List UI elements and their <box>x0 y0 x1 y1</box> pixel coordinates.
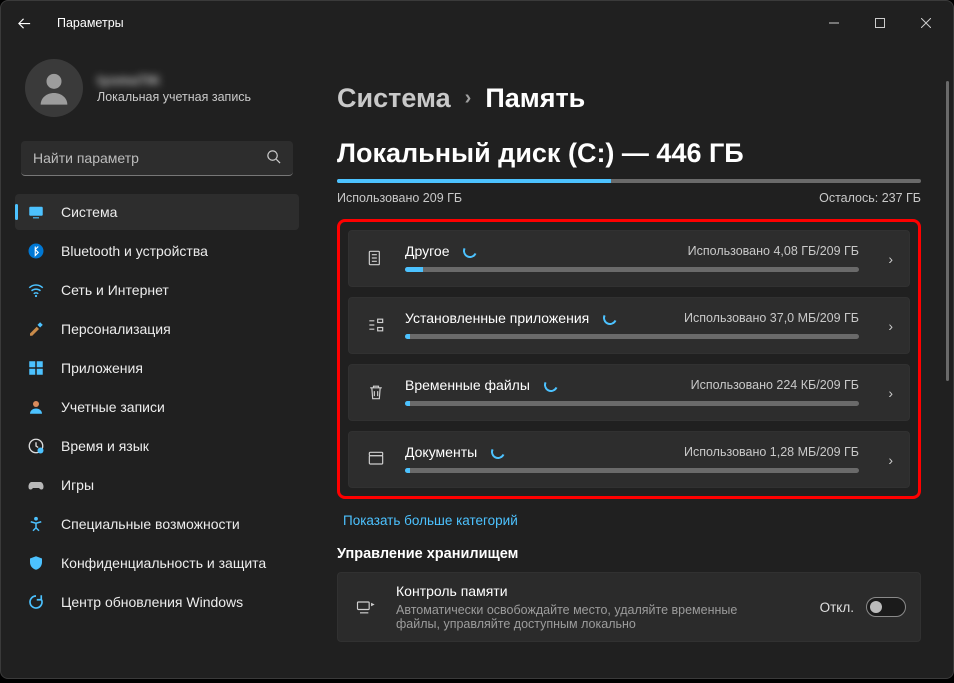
category-title: Установленные приложения <box>405 310 617 326</box>
breadcrumb: Система › Память <box>337 83 921 114</box>
app-title: Параметры <box>57 16 124 30</box>
storage-sense-icon <box>354 596 376 618</box>
storage-category-installed[interactable]: Установленные приложения Использовано 37,… <box>348 297 910 354</box>
sidebar-item-label: Время и язык <box>61 438 149 454</box>
account-name: tyomaTIK <box>97 72 251 88</box>
sidebar-item-bluetooth[interactable]: Bluetooth и устройства <box>15 233 299 269</box>
main-content: Система › Память Локальный диск (C:) — 4… <box>313 45 953 678</box>
loading-spinner-icon <box>489 443 507 461</box>
apps-icon <box>27 359 45 377</box>
wifi-icon <box>27 281 45 299</box>
sidebar-item-label: Игры <box>61 477 94 493</box>
disk-title: Локальный диск (C:) — 446 ГБ <box>337 138 921 169</box>
category-title: Временные файлы <box>405 377 558 393</box>
scrollbar[interactable] <box>946 81 950 668</box>
category-bar <box>405 468 859 473</box>
titlebar: Параметры <box>1 1 953 45</box>
sidebar-item-wifi[interactable]: Сеть и Интернет <box>15 272 299 308</box>
breadcrumb-parent[interactable]: Система <box>337 83 451 114</box>
sidebar-item-label: Центр обновления Windows <box>61 594 243 610</box>
storage-category-trash[interactable]: Временные файлы Использовано 224 КБ/209 Г… <box>348 364 910 421</box>
chevron-right-icon: › <box>888 318 893 334</box>
search-input[interactable] <box>21 141 293 176</box>
storage-sense-toggle[interactable] <box>866 597 906 617</box>
show-more-link[interactable]: Показать больше категорий <box>337 509 921 540</box>
sidebar-item-label: Bluetooth и устройства <box>61 243 208 259</box>
gaming-icon <box>27 476 45 494</box>
sidebar-item-label: Конфиденциальность и защита <box>61 555 266 571</box>
maximize-button[interactable] <box>857 7 903 39</box>
close-button[interactable] <box>903 7 949 39</box>
sidebar-nav: Система Bluetooth и устройства Сеть и Инте… <box>15 194 299 620</box>
breadcrumb-current: Память <box>485 83 585 114</box>
other-icon <box>365 247 387 269</box>
sidebar-item-label: Специальные возможности <box>61 516 240 532</box>
category-used: Использовано 37,0 МБ/209 ГБ <box>684 311 859 325</box>
chevron-right-icon: › <box>888 452 893 468</box>
categories-highlight: ДругоеИспользовано 4,08 ГБ/209 ГБ›Устано… <box>337 219 921 499</box>
system-icon <box>27 203 45 221</box>
storage-sense-title: Контроль памяти <box>396 583 800 599</box>
update-icon <box>27 593 45 611</box>
category-used: Использовано 224 КБ/209 ГБ <box>691 378 859 392</box>
trash-icon <box>365 381 387 403</box>
scrollbar-thumb[interactable] <box>946 81 949 381</box>
search-box[interactable] <box>21 141 293 176</box>
category-used: Использовано 4,08 ГБ/209 ГБ <box>688 244 859 258</box>
storage-sense-subtitle: Автоматически освобождайте место, удаляй… <box>396 603 756 631</box>
loading-spinner-icon <box>462 242 480 260</box>
loading-spinner-icon <box>542 376 560 394</box>
sidebar-item-update[interactable]: Центр обновления Windows <box>15 584 299 620</box>
bluetooth-icon <box>27 242 45 260</box>
installed-icon <box>365 314 387 336</box>
back-button[interactable] <box>9 8 39 38</box>
category-title: Другое <box>405 243 477 259</box>
sidebar-item-label: Система <box>61 204 117 220</box>
accounts-icon <box>27 398 45 416</box>
storage-category-other[interactable]: Другое Использовано 4,08 ГБ/209 ГБ › <box>348 230 910 287</box>
category-bar <box>405 401 859 406</box>
sidebar-item-accessibility[interactable]: Специальные возможности <box>15 506 299 542</box>
sidebar-item-system[interactable]: Система <box>15 194 299 230</box>
privacy-icon <box>27 554 45 572</box>
time-icon <box>27 437 45 455</box>
category-title: Документы <box>405 444 505 460</box>
sidebar-item-label: Приложения <box>61 360 143 376</box>
loading-spinner-icon <box>601 309 619 327</box>
storage-sense-state: Откл. <box>820 600 854 615</box>
storage-mgmt-title: Управление хранилищем <box>337 546 921 562</box>
disk-used-label: Использовано 209 ГБ <box>337 191 462 205</box>
sidebar-item-label: Учетные записи <box>61 399 165 415</box>
search-icon <box>266 149 281 169</box>
storage-category-documents[interactable]: Документы Использовано 1,28 МБ/209 ГБ › <box>348 431 910 488</box>
chevron-right-icon: › <box>888 251 893 267</box>
chevron-right-icon: › <box>465 87 472 110</box>
account-block[interactable]: tyomaTIK Локальная учетная запись <box>15 53 299 133</box>
sidebar-item-time[interactable]: Время и язык <box>15 428 299 464</box>
accessibility-icon <box>27 515 45 533</box>
sidebar-item-privacy[interactable]: Конфиденциальность и защита <box>15 545 299 581</box>
sidebar: tyomaTIK Локальная учетная запись Систем… <box>1 45 313 678</box>
sidebar-item-label: Персонализация <box>61 321 171 337</box>
category-bar <box>405 334 859 339</box>
account-subtitle: Локальная учетная запись <box>97 90 251 104</box>
sidebar-item-label: Сеть и Интернет <box>61 282 169 298</box>
category-used: Использовано 1,28 МБ/209 ГБ <box>684 445 859 459</box>
documents-icon <box>365 448 387 470</box>
category-bar <box>405 267 859 272</box>
chevron-right-icon: › <box>888 385 893 401</box>
sidebar-item-personalization[interactable]: Персонализация <box>15 311 299 347</box>
sidebar-item-gaming[interactable]: Игры <box>15 467 299 503</box>
disk-usage-bar <box>337 179 921 183</box>
sidebar-item-apps[interactable]: Приложения <box>15 350 299 386</box>
minimize-button[interactable] <box>811 7 857 39</box>
personalization-icon <box>27 320 45 338</box>
storage-sense-card[interactable]: Контроль памяти Автоматически освобождай… <box>337 572 921 642</box>
disk-free-label: Осталось: 237 ГБ <box>819 191 921 205</box>
sidebar-item-accounts[interactable]: Учетные записи <box>15 389 299 425</box>
avatar <box>25 59 83 117</box>
